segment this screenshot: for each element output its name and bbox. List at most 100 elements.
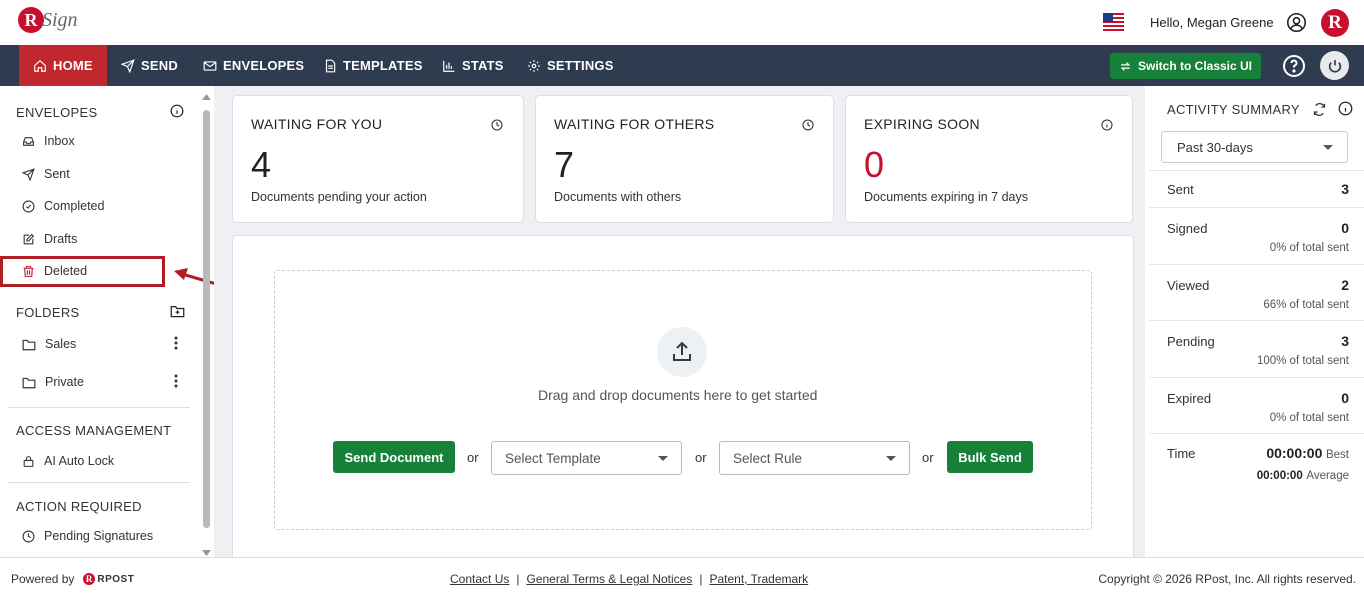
folder-icon (22, 377, 36, 388)
sidebar-item-ai-auto-lock[interactable]: AI Auto Lock (22, 454, 114, 468)
drag-drop-text: Drag and drop documents here to get star… (538, 387, 818, 403)
add-folder-icon[interactable] (170, 304, 185, 318)
upload-icon (673, 341, 691, 361)
activity-label: Expired (1167, 391, 1212, 406)
sidebar-item-pending-signatures[interactable]: Pending Signatures (22, 529, 153, 543)
activity-label: Signed (1167, 221, 1208, 236)
brand-avatar[interactable]: R (1321, 9, 1349, 37)
period-dropdown[interactable]: Past 30-days (1161, 131, 1348, 163)
sidebar-folder-private[interactable]: Private (22, 375, 84, 389)
action-section-title: ACTION REQUIRED (16, 499, 142, 514)
time-best-value: 00:00:00 (1266, 445, 1323, 461)
sidebar-item-label: AI Auto Lock (44, 454, 115, 468)
activity-percent: 0% of total sent (1269, 412, 1349, 424)
uk-flag-icon[interactable] (1103, 13, 1124, 32)
info-icon[interactable] (1338, 101, 1353, 116)
contact-us-link[interactable]: Contact Us (450, 572, 509, 586)
sidebar-item-inbox[interactable]: Inbox (22, 134, 75, 148)
time-best-label: Best (1325, 449, 1349, 461)
sidebar-item-label: Drafts (44, 232, 78, 246)
rpost-logo-mark: R (83, 573, 96, 585)
select-template-dropdown[interactable]: Select Template (491, 441, 682, 475)
activity-row-sent: Sent 3 (1149, 170, 1364, 208)
terms-link[interactable]: General Terms & Legal Notices (526, 572, 692, 586)
logout-button[interactable] (1320, 51, 1349, 80)
or-text: or (467, 450, 479, 465)
activity-label: Sent (1167, 182, 1194, 197)
info-icon (1101, 119, 1113, 131)
nav-send[interactable]: SEND (121, 45, 178, 86)
card-title: EXPIRING SOON (864, 116, 980, 132)
sidebar-folder-sales[interactable]: Sales (22, 337, 76, 351)
nav-home[interactable]: HOME (19, 45, 107, 86)
nav-settings-label: SETTINGS (547, 58, 614, 73)
select-rule-dropdown[interactable]: Select Rule (719, 441, 910, 475)
activity-label: Viewed (1167, 278, 1210, 293)
card-subtitle: Documents expiring in 7 days (864, 190, 1028, 204)
nav-envelopes[interactable]: ENVELOPES (203, 45, 304, 86)
activity-percent: 100% of total sent (1256, 355, 1349, 367)
scroll-up-icon[interactable] (202, 94, 211, 100)
clock-icon (491, 119, 503, 131)
more-options-icon[interactable] (174, 336, 178, 350)
refresh-icon[interactable] (1312, 102, 1327, 117)
nav-stats-label: STATS (462, 58, 504, 73)
send-icon (121, 58, 135, 73)
time-average-label: Average (1306, 470, 1349, 482)
rpost-logo[interactable]: R RPOST (83, 573, 134, 585)
nav-send-label: SEND (141, 58, 178, 73)
sidebar-item-sent[interactable]: Sent (22, 167, 70, 181)
activity-summary-panel: ACTIVITY SUMMARY Past 30-days Sent 3 Sig… (1145, 86, 1364, 557)
help-icon[interactable] (1282, 54, 1306, 78)
send-icon (22, 167, 35, 181)
send-document-button[interactable]: Send Document (333, 441, 455, 473)
more-options-icon[interactable] (174, 374, 178, 388)
scroll-down-icon[interactable] (202, 550, 211, 556)
time-best: 00:00:00 Best (1266, 445, 1349, 461)
card-value: 7 (554, 144, 575, 185)
card-title: WAITING FOR OTHERS (554, 116, 715, 132)
nav-settings[interactable]: SETTINGS (527, 45, 614, 86)
activity-value: 3 (1341, 333, 1349, 349)
card-waiting-for-you[interactable]: WAITING FOR YOU 4 Documents pending your… (232, 95, 524, 223)
user-greeting: Hello, Megan Greene (1150, 15, 1274, 30)
document-icon (325, 59, 336, 72)
user-profile-icon[interactable] (1286, 12, 1307, 33)
swap-icon (1120, 61, 1131, 71)
upload-button[interactable] (657, 327, 707, 377)
nav-templates[interactable]: TEMPLATES (323, 45, 423, 86)
chevron-down-icon (658, 456, 668, 461)
switch-classic-button[interactable]: Switch to Classic UI (1110, 53, 1261, 79)
sidebar: ENVELOPES Inbox Sent Completed Drafts De… (0, 86, 214, 557)
home-icon (34, 59, 46, 72)
nav-templates-label: TEMPLATES (343, 58, 423, 73)
rsign-logo[interactable]: R Sign (18, 7, 78, 33)
card-expiring-soon[interactable]: EXPIRING SOON 0 Documents expiring in 7 … (845, 95, 1133, 223)
scroll-thumb[interactable] (203, 110, 210, 528)
patent-link[interactable]: Patent, Trademark (709, 572, 808, 586)
time-average: 00:00:00 Average (1257, 467, 1349, 482)
info-icon[interactable] (170, 104, 184, 118)
sidebar-scrollbar[interactable] (201, 94, 211, 557)
power-icon (1328, 59, 1341, 73)
chevron-down-icon (886, 456, 896, 461)
bulk-send-button[interactable]: Bulk Send (947, 441, 1033, 473)
chevron-down-icon (1323, 145, 1333, 150)
activity-row-signed: Signed 0 0% of total sent (1149, 207, 1364, 264)
envelope-icon (203, 60, 217, 71)
nav-stats[interactable]: STATS (442, 45, 504, 86)
inbox-icon (23, 136, 34, 146)
activity-percent: 66% of total sent (1263, 299, 1349, 311)
edit-icon (23, 233, 35, 244)
switch-classic-label: Switch to Classic UI (1137, 59, 1253, 73)
sidebar-item-completed[interactable]: Completed (22, 199, 104, 213)
card-waiting-for-others[interactable]: WAITING FOR OTHERS 7 Documents with othe… (535, 95, 834, 223)
main-nav: HOME SEND ENVELOPES TEMPLATES STATS SETT… (0, 45, 1364, 86)
top-header: R Sign Hello, Megan Greene R (0, 0, 1364, 45)
activity-percent: 0% of total sent (1269, 242, 1349, 254)
footer: Powered by R RPOST Contact Us | General Te… (0, 557, 1364, 597)
activity-value: 3 (1341, 181, 1349, 197)
activity-title: ACTIVITY SUMMARY (1167, 102, 1300, 117)
sidebar-item-drafts[interactable]: Drafts (22, 232, 77, 246)
sidebar-item-label: Completed (44, 199, 105, 213)
